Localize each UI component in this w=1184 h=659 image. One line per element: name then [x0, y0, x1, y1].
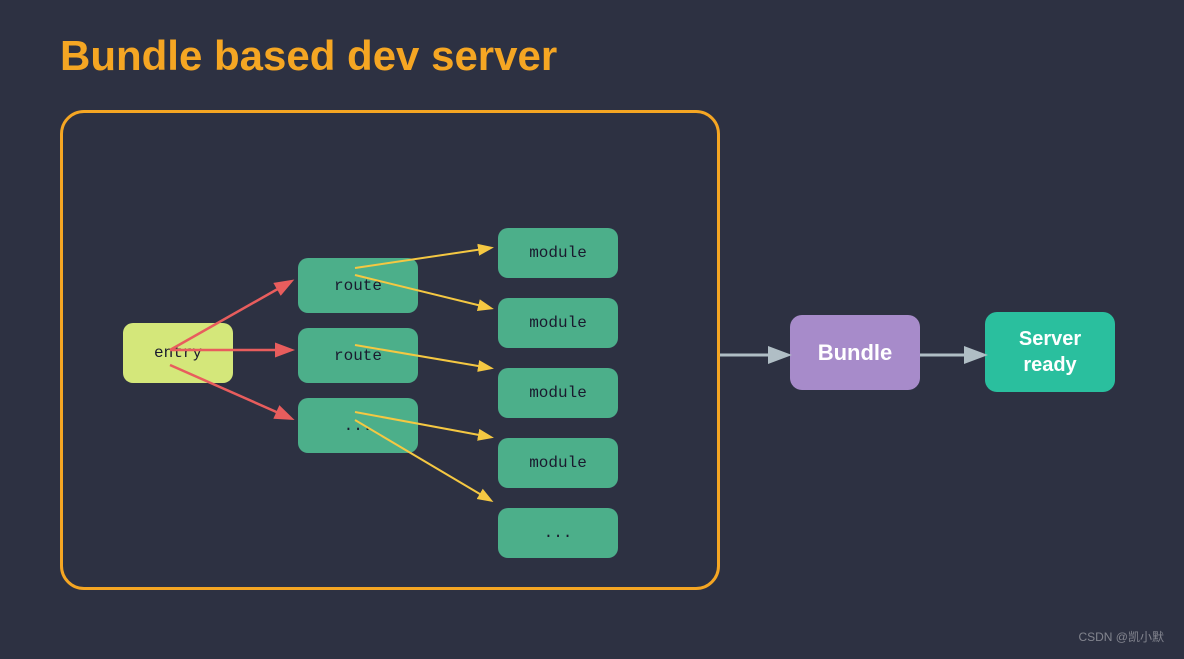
route1-node: route: [298, 258, 418, 313]
page-title: Bundle based dev server: [60, 32, 557, 80]
module3-node: module: [498, 368, 618, 418]
dots2-node: ...: [498, 508, 618, 558]
bundle-node: Bundle: [790, 315, 920, 390]
route2-node: route: [298, 328, 418, 383]
dots1-node: ...: [298, 398, 418, 453]
module1-node: module: [498, 228, 618, 278]
module2-node: module: [498, 298, 618, 348]
server-ready-node: Serverready: [985, 312, 1115, 392]
entry-node: entry: [123, 323, 233, 383]
bundle-diagram-container: entry route route ... module module modu…: [60, 110, 720, 590]
watermark: CSDN @凯小默: [1078, 628, 1164, 645]
module4-node: module: [498, 438, 618, 488]
